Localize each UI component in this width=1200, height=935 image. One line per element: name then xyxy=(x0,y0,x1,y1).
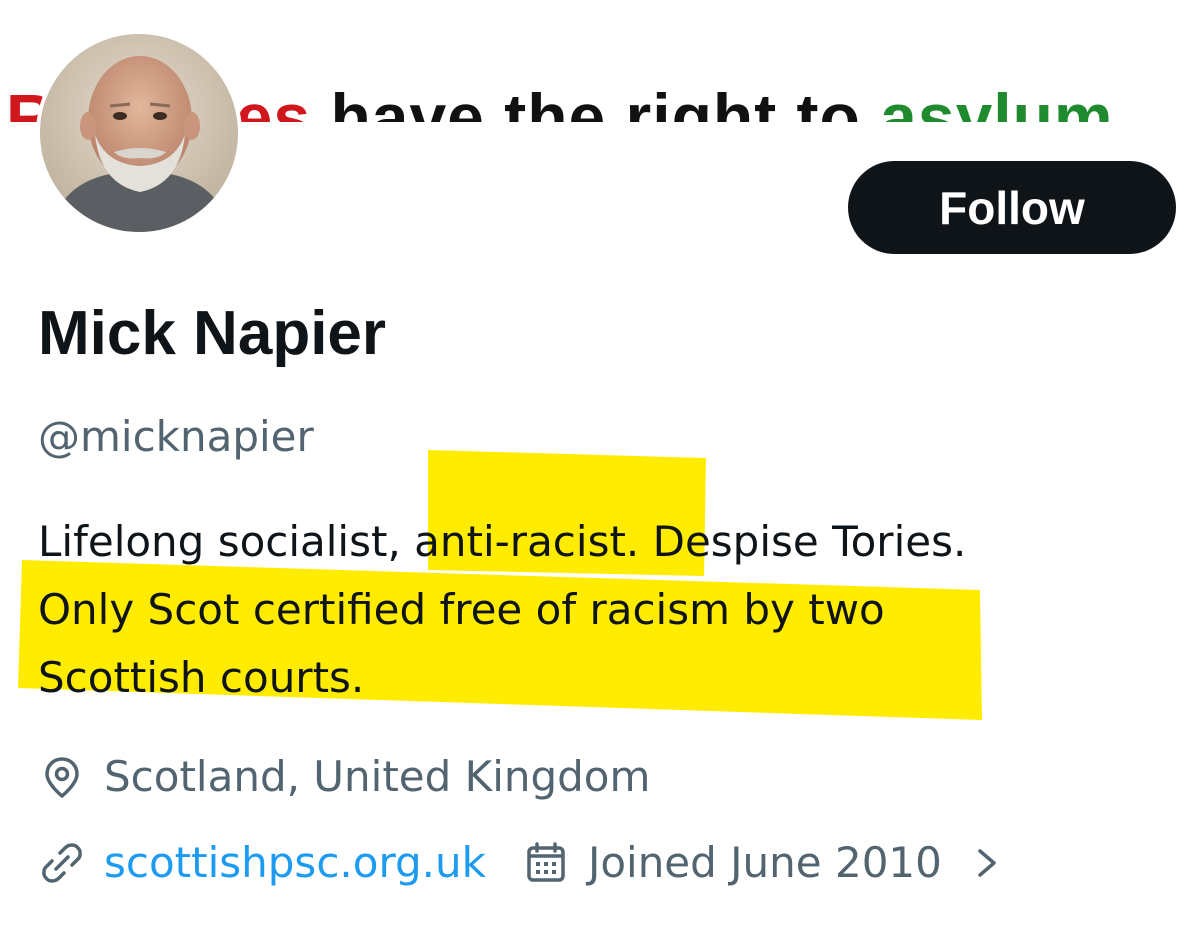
location-row: Scotland, United Kingdom xyxy=(38,752,650,801)
bio-line: Only Scot certified free of racism by tw… xyxy=(38,585,885,634)
avatar[interactable] xyxy=(36,30,242,236)
display-name: Mick Napier xyxy=(38,299,387,368)
banner-word-green: asylum xyxy=(880,80,1114,122)
avatar-portrait xyxy=(40,34,238,232)
joined-text: Joined June 2010 xyxy=(587,838,942,887)
follow-button[interactable]: Follow xyxy=(848,161,1176,254)
chevron-right-icon[interactable] xyxy=(972,843,1002,883)
links-row: scottishpsc.org.uk Joined June 2010 xyxy=(38,838,1002,887)
link-icon xyxy=(38,839,86,887)
user-handle: @micknapier xyxy=(38,412,314,461)
banner-corner-marks xyxy=(1130,0,1170,6)
joined-date: Joined June 2010 xyxy=(522,838,942,887)
bio-line: Scottish courts. xyxy=(38,653,365,702)
calendar-icon xyxy=(522,839,570,887)
bio: Lifelong socialist, anti-racist. Despise… xyxy=(38,508,1148,712)
map-pin-icon xyxy=(38,753,86,801)
location-text: Scotland, United Kingdom xyxy=(104,752,651,801)
website-link[interactable]: scottishpsc.org.uk xyxy=(104,838,486,887)
bio-line: Lifelong socialist, anti-racist. Despise… xyxy=(38,517,967,566)
banner-words-dark: have the right to xyxy=(311,80,881,122)
